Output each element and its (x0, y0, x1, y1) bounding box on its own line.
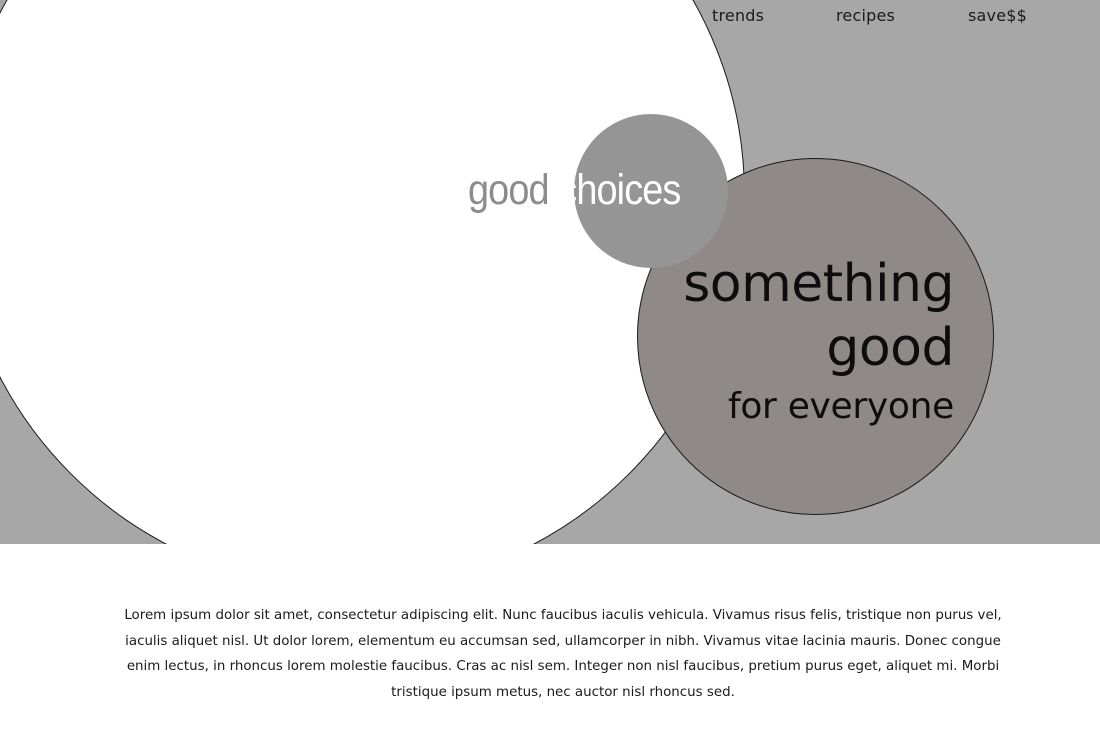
body-paragraph: Lorem ipsum dolor sit amet, consectetur … (124, 608, 1002, 700)
large-white-circle (0, 0, 745, 544)
top-nav: trends recipes save$$ (0, 6, 1100, 30)
hero-headline: something good for everyone (683, 252, 954, 434)
tagline-word-good: good (468, 166, 550, 214)
tagline: good choices (468, 164, 681, 216)
nav-link-trends[interactable]: trends (712, 6, 764, 25)
nav-link-save[interactable]: save$$ (968, 6, 1027, 25)
headline-line-something: something (683, 254, 954, 314)
headline-line-for-everyone: for everyone (727, 386, 954, 427)
headline-line-good: good (826, 318, 954, 378)
hero-section: trends recipes save$$ good choices somet… (0, 0, 1100, 544)
nav-link-recipes[interactable]: recipes (836, 6, 895, 25)
tagline-word-choices: choices (558, 166, 681, 214)
